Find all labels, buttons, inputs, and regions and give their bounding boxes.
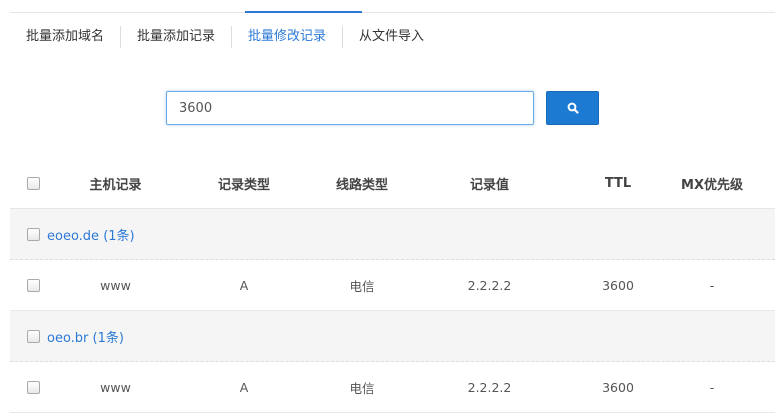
domain-group-row: eoeo.de (1条) [10, 209, 775, 260]
cell-host: www [100, 379, 131, 395]
cell-ttl: 3600 [602, 277, 634, 293]
cell-ttl: 3600 [602, 379, 634, 395]
row-checkbox[interactable] [27, 381, 40, 394]
header-line: 线路类型 [335, 177, 388, 193]
domain-group-label[interactable]: eoeo.de (1条) [47, 209, 135, 259]
cell-line: 电信 [349, 380, 375, 396]
header-mx: MX优先级 [681, 177, 743, 193]
header-type: 记录类型 [217, 177, 270, 193]
group-checkbox[interactable] [27, 330, 40, 343]
domain-group-label[interactable]: oeo.br (1条) [47, 311, 124, 361]
header-ttl: TTL [604, 175, 632, 191]
row-checkbox[interactable] [27, 279, 40, 292]
table-row: www A 电信 2.2.2.2 3600 - [10, 260, 775, 311]
records-table: 主机记录 记录类型 线路类型 记录值 TTL MX优先级 eoeo.de (1条… [10, 158, 775, 413]
cell-line: 电信 [349, 278, 375, 294]
search-input[interactable] [166, 91, 534, 125]
tab-batch-add-record[interactable]: 批量添加记录 [120, 26, 231, 48]
cell-host: www [100, 277, 131, 293]
group-checkbox[interactable] [27, 228, 40, 241]
cell-value: 2.2.2.2 [467, 379, 512, 395]
header-value: 记录值 [469, 177, 509, 193]
cell-type: A [239, 277, 249, 293]
cell-mx: - [709, 379, 715, 395]
table-header: 主机记录 记录类型 线路类型 记录值 TTL MX优先级 [10, 158, 775, 209]
cell-type: A [239, 379, 249, 395]
tab-batch-edit-record[interactable]: 批量修改记录 [231, 26, 342, 48]
tab-batch-add-domain[interactable]: 批量添加域名 [10, 26, 120, 48]
cell-mx: - [709, 277, 715, 293]
top-divider [10, 12, 775, 13]
active-tab-indicator [245, 11, 362, 13]
search-button[interactable] [546, 91, 599, 125]
tab-import-from-file[interactable]: 从文件导入 [342, 26, 440, 48]
table-row: www A 电信 2.2.2.2 3600 - [10, 362, 775, 413]
header-host: 主机记录 [89, 177, 142, 193]
search-icon [567, 102, 579, 114]
domain-group-row: oeo.br (1条) [10, 311, 775, 362]
tab-bar: 批量添加域名 批量添加记录 批量修改记录 从文件导入 [10, 22, 440, 52]
cell-value: 2.2.2.2 [467, 277, 512, 293]
select-all-checkbox[interactable] [27, 177, 40, 190]
